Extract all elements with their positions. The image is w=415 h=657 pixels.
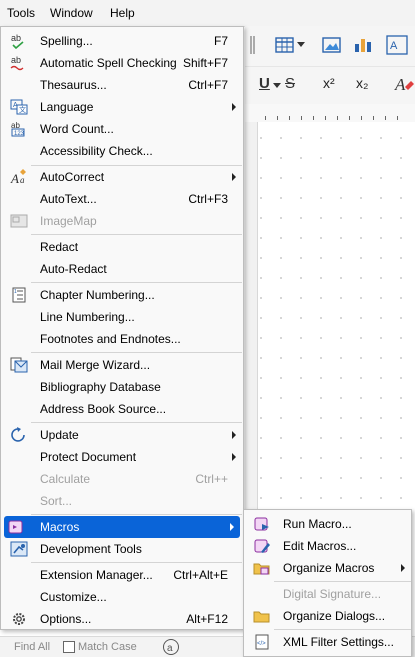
svg-text:ab: ab	[11, 55, 21, 65]
menu-separator	[31, 562, 242, 563]
svg-text:a: a	[20, 175, 25, 185]
chevron-down-icon[interactable]	[273, 83, 281, 89]
menu-item-autocorrect[interactable]: Aa AutoCorrect	[2, 166, 242, 188]
superscript-button[interactable]: x²	[323, 75, 335, 91]
macros-icon	[8, 520, 23, 534]
menu-item-sort[interactable]: Sort...	[2, 490, 242, 512]
menu-item-autotext[interactable]: AutoText... Ctrl+F3	[2, 188, 242, 210]
auto-spellcheck-icon: ab	[10, 55, 24, 71]
autocorrect-icon: Aa	[10, 169, 26, 185]
menu-item-chapter-numbering[interactable]: 1 Chapter Numbering...	[2, 284, 242, 306]
menu-item-language[interactable]: A文 Language	[2, 96, 242, 118]
imagemap-icon	[10, 214, 28, 228]
menu-item-calculate[interactable]: Calculate Ctrl++	[2, 468, 242, 490]
menu-item-extension-manager[interactable]: Extension Manager... Ctrl+Alt+E	[2, 564, 242, 586]
menu-window[interactable]: Window	[50, 6, 93, 20]
menu-item-thesaurus[interactable]: Thesaurus... Ctrl+F7	[2, 74, 242, 96]
menubar: Tools Window Help	[0, 0, 415, 27]
menu-item-auto-redact[interactable]: Auto-Redact	[2, 258, 242, 280]
menu-item-options[interactable]: Options... Alt+F12	[2, 608, 242, 630]
submenu-arrow-icon	[401, 564, 405, 572]
clear-formatting-icon[interactable]: A	[393, 73, 415, 97]
svg-text:ab: ab	[11, 33, 21, 43]
menu-item-organize-dialogs[interactable]: Organize Dialogs...	[245, 605, 411, 627]
chapter-numbering-icon: 1	[12, 287, 26, 303]
menu-item-update[interactable]: Update	[2, 424, 242, 446]
menu-item-bibliography-database[interactable]: Bibliography Database	[2, 376, 242, 398]
menu-item-protect-document[interactable]: Protect Document	[2, 446, 242, 468]
find-all-button[interactable]: Find All	[14, 641, 50, 653]
menu-item-organize-macros[interactable]: Organize Macros	[245, 557, 411, 579]
standard-toolbar: A	[245, 26, 415, 66]
menu-item-run-macro[interactable]: Run Macro...	[245, 513, 411, 535]
menu-separator	[31, 422, 242, 423]
svg-text:A: A	[394, 75, 406, 94]
menu-item-development-tools[interactable]: Development Tools	[2, 538, 242, 560]
menu-separator	[31, 352, 242, 353]
svg-text:A: A	[390, 40, 398, 52]
menu-item-address-book-source[interactable]: Address Book Source...	[2, 398, 242, 420]
menu-item-word-count[interactable]: ab 123 Word Count...	[2, 118, 242, 140]
toolbar-handle-icon	[250, 36, 255, 54]
subscript-button[interactable]: x₂	[356, 75, 368, 91]
menu-tools[interactable]: Tools	[7, 6, 35, 20]
submenu-arrow-icon	[230, 523, 234, 531]
menu-item-macros[interactable]: Macros	[4, 516, 240, 538]
mail-merge-icon	[10, 357, 28, 373]
chevron-down-icon[interactable]	[297, 42, 305, 48]
formatting-toolbar: U S x² x₂ A	[245, 66, 415, 105]
match-case-checkbox[interactable]	[63, 641, 75, 653]
insert-textbox-icon[interactable]: A	[386, 35, 408, 55]
svg-text:1: 1	[14, 289, 17, 295]
find-options-icon[interactable]: a	[162, 638, 180, 656]
word-count-icon: ab123	[11, 121, 25, 137]
svg-text:a: a	[167, 643, 173, 654]
menu-item-imagemap[interactable]: ImageMap	[2, 210, 242, 232]
svg-text:</>: </>	[257, 641, 266, 647]
submenu-arrow-icon	[232, 453, 236, 461]
development-tools-icon	[10, 541, 28, 557]
menu-item-xml-filter-settings[interactable]: </> XML Filter Settings...	[245, 631, 411, 653]
insert-image-icon[interactable]	[322, 36, 342, 54]
svg-text:A: A	[10, 171, 19, 185]
svg-text:文: 文	[19, 105, 26, 114]
spelling-icon: ab	[11, 33, 24, 49]
gear-icon	[13, 613, 25, 625]
insert-chart-icon[interactable]	[353, 36, 373, 54]
match-case-label: Match Case	[78, 641, 137, 653]
menu-item-accessibility-check[interactable]: Accessibility Check...	[2, 140, 242, 162]
submenu-arrow-icon	[232, 431, 236, 439]
organize-macros-icon	[253, 563, 270, 575]
menu-separator	[31, 282, 242, 283]
submenu-arrow-icon	[232, 103, 236, 111]
submenu-arrow-icon	[232, 173, 236, 181]
menu-item-footnotes-endnotes[interactable]: Footnotes and Endnotes...	[2, 328, 242, 350]
strikethrough-button[interactable]: S	[285, 75, 295, 92]
xml-filter-icon: </>	[255, 634, 269, 650]
folder-icon	[253, 611, 270, 623]
menu-separator	[31, 514, 242, 515]
edit-macros-icon	[254, 539, 270, 553]
update-icon	[11, 427, 25, 442]
underline-button[interactable]: U	[259, 75, 270, 92]
menu-item-automatic-spell-checking[interactable]: ab Automatic Spell Checking Shift+F7	[2, 52, 242, 74]
menu-item-redact[interactable]: Redact	[2, 236, 242, 258]
menu-item-edit-macros[interactable]: Edit Macros...	[245, 535, 411, 557]
run-macro-icon	[254, 517, 269, 531]
language-icon: A文	[10, 99, 28, 115]
menu-help[interactable]: Help	[110, 6, 135, 20]
menu-item-customize[interactable]: Customize...	[2, 586, 242, 608]
svg-text:123: 123	[14, 131, 25, 137]
insert-table-icon[interactable]	[275, 36, 295, 54]
ruler[interactable]	[245, 104, 415, 123]
macros-submenu: Run Macro... Edit Macros... Organize Mac…	[243, 509, 412, 657]
menu-separator	[31, 234, 242, 235]
menu-item-spelling[interactable]: ab Spelling... F7	[2, 30, 242, 52]
menu-separator	[274, 581, 411, 582]
menu-item-line-numbering[interactable]: Line Numbering...	[2, 306, 242, 328]
menu-separator	[274, 629, 411, 630]
menu-item-mail-merge-wizard[interactable]: Mail Merge Wizard...	[2, 354, 242, 376]
tools-menu: ab Spelling... F7 ab Automatic Spell Chec…	[0, 26, 244, 630]
menu-item-digital-signature[interactable]: Digital Signature...	[245, 583, 411, 605]
